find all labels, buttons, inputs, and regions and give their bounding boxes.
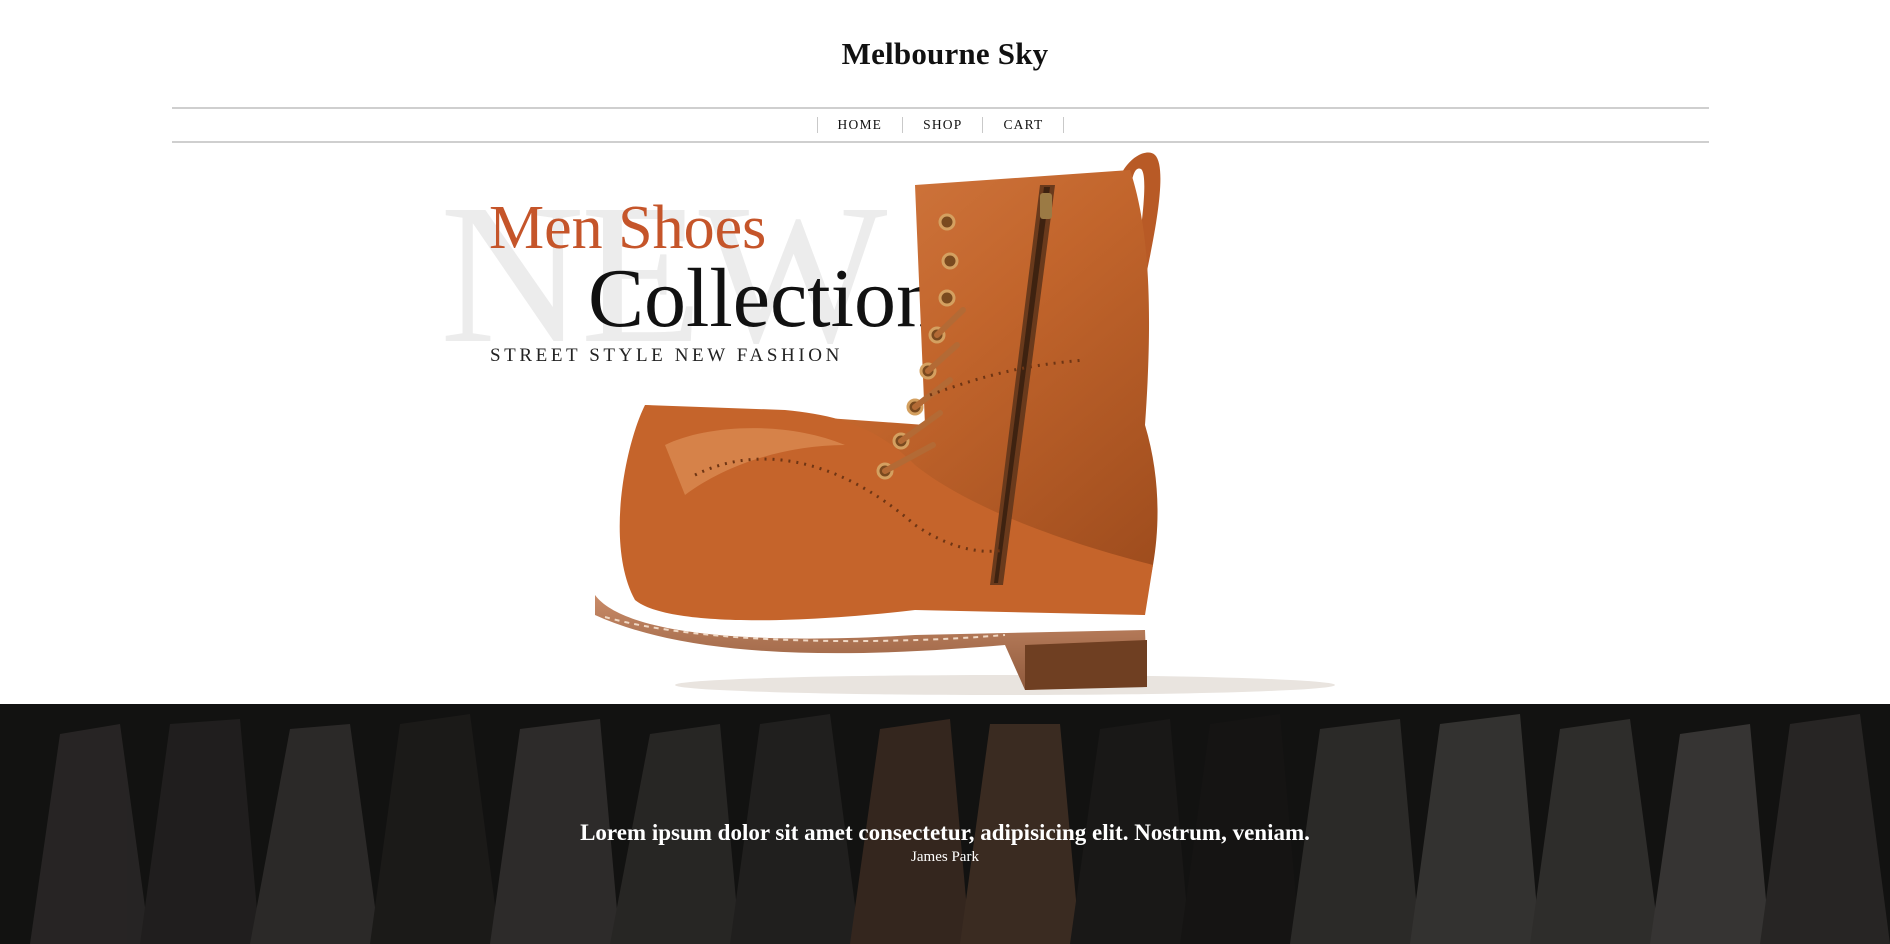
site-title: Melbourne Sky [841,36,1049,71]
nav-item-home[interactable]: HOME [818,118,903,132]
nav-item-shop[interactable]: SHOP [903,118,982,132]
boot-image [595,152,1335,695]
nav-item-cart[interactable]: CART [983,118,1063,132]
testimonial-quote: Lorem ipsum dolor sit amet consectetur, … [580,820,1310,845]
main-nav: HOME SHOP CART [172,107,1709,143]
hero-banner: NEW Men Shoes Collection STREET STYLE NE… [0,145,1890,705]
nav-divider [1063,117,1065,133]
testimonial-section: Lorem ipsum dolor sit amet consectetur, … [0,704,1890,944]
testimonial-author: James Park [911,849,979,865]
